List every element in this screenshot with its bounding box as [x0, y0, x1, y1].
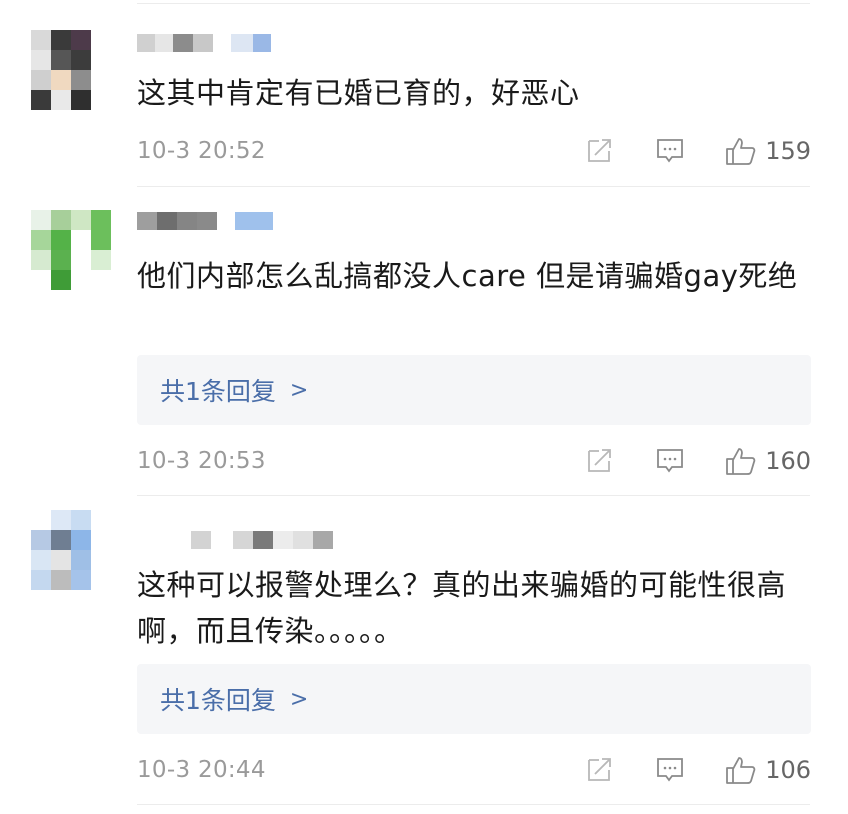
username[interactable] [137, 531, 333, 549]
thumbs-up-icon [726, 757, 756, 784]
share-icon[interactable] [585, 755, 615, 785]
chevron-right-icon: > [289, 377, 309, 403]
comment-time: 10-3 20:52 [137, 138, 266, 164]
comment-text: 这种可以报警处理么？真的出来骗婚的可能性很高啊，而且传染。。。。。 [137, 568, 787, 648]
username[interactable] [137, 34, 271, 52]
thumbs-up-icon [726, 448, 756, 475]
comment-actions: 160 [585, 446, 811, 476]
comment-actions: 159 [585, 136, 811, 166]
comment-time: 10-3 20:44 [137, 757, 266, 783]
share-icon[interactable] [585, 136, 615, 166]
avatar[interactable] [31, 510, 111, 590]
replies-link[interactable]: 共1条回复 > [137, 355, 811, 425]
chevron-right-icon: > [289, 686, 309, 712]
avatar[interactable] [31, 210, 111, 290]
thumbs-up-icon [726, 138, 756, 165]
comment-divider [137, 186, 810, 187]
comment-divider [137, 804, 810, 805]
comment-text: 这其中肯定有已婚已育的，好恶心 [137, 76, 580, 110]
avatar[interactable] [31, 30, 111, 110]
comment-meta: 10-3 20:44 106 [137, 752, 811, 788]
like-count: 160 [765, 447, 811, 475]
username[interactable] [137, 212, 273, 230]
like-button[interactable]: 159 [725, 136, 811, 166]
like-button[interactable]: 106 [725, 755, 811, 785]
comment-text: 他们内部怎么乱搞都没人care 但是请骗婚gay死绝 [137, 259, 798, 293]
like-count: 159 [765, 137, 811, 165]
replies-label: 共1条回复 [160, 686, 276, 715]
like-count: 106 [765, 756, 811, 784]
share-icon[interactable] [585, 446, 615, 476]
comment-actions: 106 [585, 755, 811, 785]
replies-label: 共1条回复 [160, 377, 276, 406]
comment-icon[interactable] [655, 136, 685, 166]
replies-link[interactable]: 共1条回复 > [137, 664, 811, 734]
top-divider [137, 3, 810, 4]
like-button[interactable]: 160 [725, 446, 811, 476]
comment-time: 10-3 20:53 [137, 448, 266, 474]
comment-icon[interactable] [655, 755, 685, 785]
comment-divider [137, 495, 810, 496]
comment-meta: 10-3 20:52 159 [137, 133, 811, 169]
comment-icon[interactable] [655, 446, 685, 476]
comment-meta: 10-3 20:53 160 [137, 443, 811, 479]
